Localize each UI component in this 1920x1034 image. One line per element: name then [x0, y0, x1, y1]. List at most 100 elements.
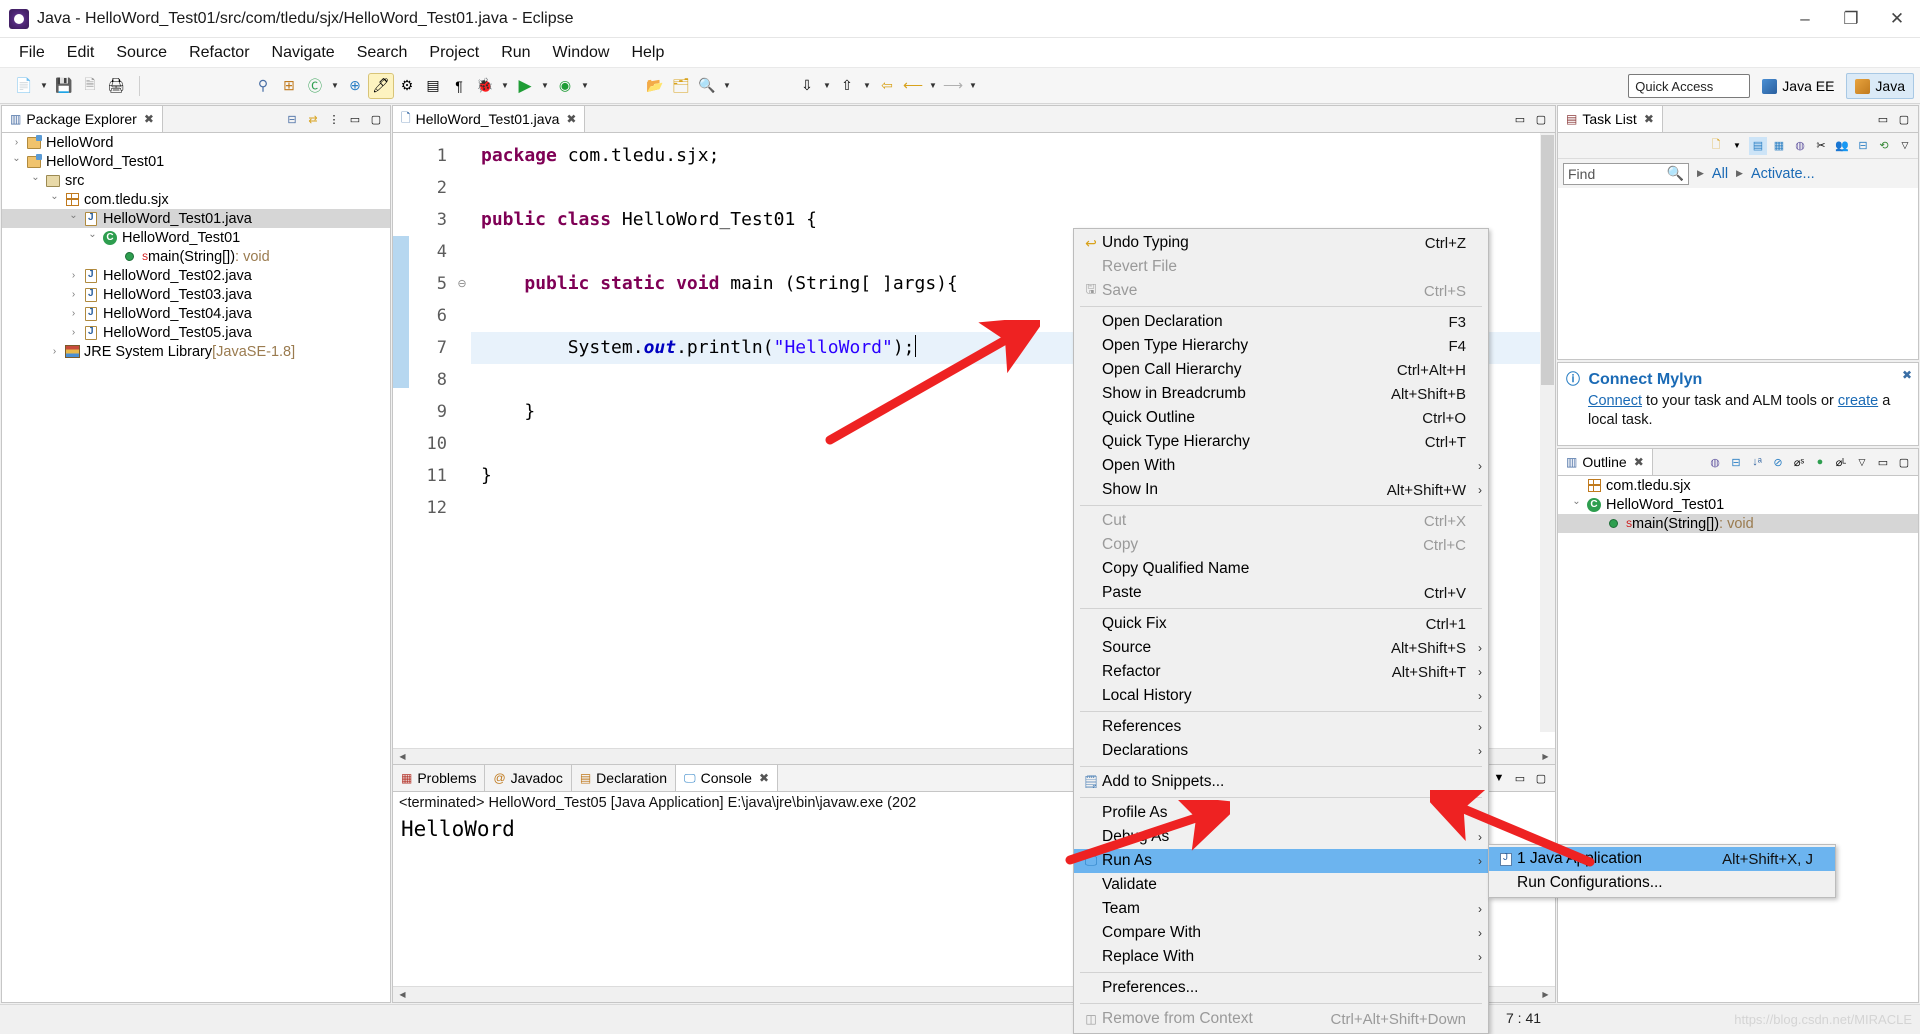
- categorized-presentation-icon[interactable]: ▤: [1749, 137, 1767, 155]
- tree-item-helloword-test04-java[interactable]: HelloWord_Test04.java: [2, 304, 390, 323]
- maximize-view-icon[interactable]: ▢: [1532, 769, 1550, 787]
- synchronize-icon[interactable]: 👥: [1833, 137, 1851, 155]
- menu-navigate[interactable]: Navigate: [261, 41, 346, 65]
- maximize-view-icon[interactable]: ▢: [1895, 110, 1913, 128]
- tree-item-helloword-test01[interactable]: CHelloWord_Test01: [2, 228, 390, 247]
- toggle-mark-occurrences-icon[interactable]: 🖊: [369, 74, 393, 98]
- new-package-icon[interactable]: ⊞: [277, 74, 301, 98]
- tab-declaration[interactable]: ▤Declaration: [572, 765, 676, 791]
- minimize-editor-icon[interactable]: ▭: [1511, 110, 1529, 128]
- close-icon[interactable]: ✖: [1902, 368, 1912, 382]
- minimize-button[interactable]: –: [1782, 0, 1828, 38]
- perspective-java-ee-button[interactable]: Java EE: [1754, 73, 1842, 99]
- editor-vertical-scrollbar[interactable]: [1540, 133, 1555, 732]
- tree-item-src[interactable]: src: [2, 171, 390, 190]
- menu-edit[interactable]: Edit: [56, 41, 106, 65]
- chevron-right-icon[interactable]: [46, 346, 63, 357]
- chevron-right-icon[interactable]: [65, 289, 82, 300]
- open-caret-icon[interactable]: ▼: [1490, 769, 1508, 787]
- menu-item-replace-with[interactable]: Replace With›: [1074, 945, 1488, 969]
- chevron-down-icon[interactable]: [27, 175, 44, 186]
- menu-item-debug-as[interactable]: Debug As›: [1074, 825, 1488, 849]
- menu-file[interactable]: File: [8, 41, 56, 65]
- tree-item-main-string[interactable]: Smain(String[]) : void: [1558, 514, 1918, 533]
- tab-helloword-test01-java[interactable]: 🗋 HelloWord_Test01.java ✖: [393, 106, 585, 132]
- previous-annotation-icon[interactable]: ⇧: [835, 74, 859, 98]
- run-last-caret-icon[interactable]: ▼: [579, 74, 591, 98]
- maximize-view-icon[interactable]: ▢: [367, 110, 385, 128]
- menu-item-refactor[interactable]: RefactorAlt+Shift+T›: [1074, 660, 1488, 684]
- tree-item-helloword-test01[interactable]: HelloWord_Test01: [2, 152, 390, 171]
- collapse-all-icon[interactable]: ⊟: [1727, 453, 1745, 471]
- new-folder-icon[interactable]: 📂: [643, 74, 667, 98]
- menu-project[interactable]: Project: [418, 41, 490, 65]
- tab-package-explorer[interactable]: ▥ Package Explorer ✖: [2, 106, 163, 132]
- tab-problems[interactable]: ▦Problems: [393, 765, 485, 791]
- skip-breakpoints-icon[interactable]: ⚲: [251, 74, 275, 98]
- view-menu-icon[interactable]: ⋮: [325, 110, 343, 128]
- chevron-right-icon[interactable]: [65, 270, 82, 281]
- maximize-view-icon[interactable]: ▢: [1895, 453, 1913, 471]
- next-annotation-caret-icon[interactable]: ▼: [821, 74, 833, 98]
- print-icon[interactable]: 🖨: [104, 74, 128, 98]
- menu-item-team[interactable]: Team›: [1074, 897, 1488, 921]
- tree-item-helloword-test01-java[interactable]: HelloWord_Test01.java: [2, 209, 390, 228]
- activate-caret-icon[interactable]: ▶: [1736, 168, 1743, 179]
- hide-fields-icon[interactable]: ⊘: [1769, 453, 1787, 471]
- new-task-icon[interactable]: 🗋: [1707, 137, 1725, 155]
- run-as-submenu[interactable]: 1 Java ApplicationAlt+Shift+X, JRun Conf…: [1488, 844, 1836, 898]
- menu-item-quick-fix[interactable]: Quick FixCtrl+1: [1074, 612, 1488, 636]
- close-button[interactable]: ✕: [1874, 0, 1920, 38]
- menu-item-undo-typing[interactable]: ↩Undo TypingCtrl+Z: [1074, 231, 1488, 255]
- menu-item-local-history[interactable]: Local History›: [1074, 684, 1488, 708]
- chevron-down-icon[interactable]: [1568, 499, 1585, 510]
- menu-item-profile-as[interactable]: Profile As›: [1074, 801, 1488, 825]
- new-class-caret-icon[interactable]: ▼: [329, 74, 341, 98]
- run-icon[interactable]: ▶: [513, 74, 537, 98]
- save-all-icon[interactable]: 🗎: [78, 74, 102, 98]
- menu-run[interactable]: Run: [490, 41, 541, 65]
- chevron-right-icon[interactable]: [65, 308, 82, 319]
- scroll-left-icon[interactable]: ◀: [395, 749, 410, 764]
- debug-caret-icon[interactable]: ▼: [499, 74, 511, 98]
- search-icon[interactable]: 🔍: [695, 74, 719, 98]
- menu-item-paste[interactable]: PasteCtrl+V: [1074, 581, 1488, 605]
- chevron-down-icon[interactable]: [8, 156, 25, 167]
- package-explorer-tree[interactable]: HelloWordHelloWord_Test01srccom.tledu.sj…: [2, 133, 390, 1002]
- minimize-view-icon[interactable]: ▭: [346, 110, 364, 128]
- new-java-project-icon[interactable]: ⊕: [343, 74, 367, 98]
- close-icon[interactable]: ✖: [1634, 455, 1644, 469]
- back-caret-icon[interactable]: ▼: [927, 74, 939, 98]
- menu-item-run-as[interactable]: 🖵Run As›: [1074, 849, 1488, 873]
- fold-toggle-icon[interactable]: ⊖: [453, 268, 471, 300]
- tree-item-helloword-test03-java[interactable]: HelloWord_Test03.java: [2, 285, 390, 304]
- task-filter-all[interactable]: All: [1712, 166, 1728, 182]
- marker-bar[interactable]: [393, 133, 409, 748]
- chevron-down-icon[interactable]: [84, 232, 101, 243]
- scrollbar-thumb[interactable]: [1541, 135, 1554, 385]
- menu-item-show-in-breadcrumb[interactable]: Show in BreadcrumbAlt+Shift+B: [1074, 382, 1488, 406]
- menu-item-add-to-snippets[interactable]: 🗒Add to Snippets...: [1074, 770, 1488, 794]
- search-icon[interactable]: 🔍: [1667, 165, 1684, 182]
- forward-caret-icon[interactable]: ▼: [967, 74, 979, 98]
- tab-console[interactable]: 🖵Console✖: [676, 765, 778, 791]
- tree-item-jre-system-library[interactable]: JRE System Library [JavaSE-1.8]: [2, 342, 390, 361]
- hide-local-types-icon[interactable]: ⌀ᴸ: [1832, 453, 1850, 471]
- code-line[interactable]: package com.tledu.sjx;: [471, 140, 1555, 172]
- menu-item-open-declaration[interactable]: Open DeclarationF3: [1074, 310, 1488, 334]
- view-menu-icon[interactable]: ▽: [1896, 137, 1914, 155]
- new-class-icon[interactable]: Ⓒ: [303, 74, 327, 98]
- tree-item-com-tledu-sjx[interactable]: com.tledu.sjx: [2, 190, 390, 209]
- view-menu-icon[interactable]: ▽: [1853, 453, 1871, 471]
- mylyn-connect-link[interactable]: Connect: [1588, 393, 1642, 409]
- run-last-tool-icon[interactable]: ◉: [553, 74, 577, 98]
- tab-outline[interactable]: ▥ Outline ✖: [1558, 449, 1653, 475]
- tree-item-helloword[interactable]: HelloWord: [2, 133, 390, 152]
- scheduled-presentation-icon[interactable]: ▦: [1770, 137, 1788, 155]
- menu-item-run-configurations[interactable]: Run Configurations...: [1489, 871, 1835, 895]
- collapse-all-icon[interactable]: ⊟: [1854, 137, 1872, 155]
- close-icon[interactable]: ✖: [144, 112, 154, 126]
- menu-item-compare-with[interactable]: Compare With›: [1074, 921, 1488, 945]
- focus-on-active-task-icon[interactable]: ◍: [1706, 453, 1724, 471]
- new-dropdown-caret-icon[interactable]: ▼: [38, 74, 50, 98]
